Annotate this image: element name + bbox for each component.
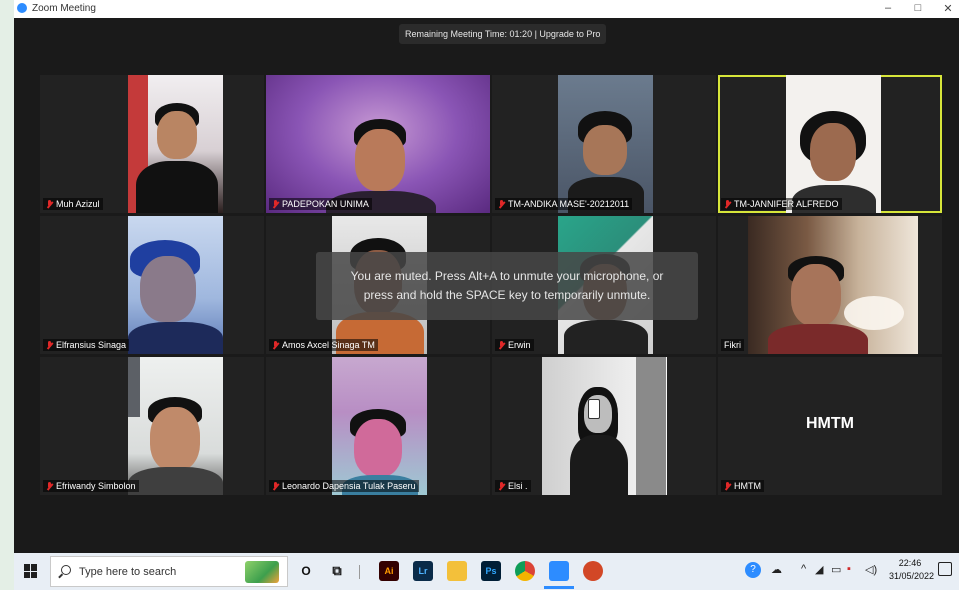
participant-video bbox=[128, 75, 223, 213]
system-clock[interactable]: 22:46 31/05/2022 bbox=[889, 557, 935, 583]
minimize-button[interactable]: – bbox=[878, 2, 898, 14]
participant-name: HMTM bbox=[721, 480, 764, 492]
participant-tile[interactable]: PADEPOKAN UNIMA bbox=[266, 75, 490, 213]
mic-muted-icon bbox=[272, 340, 279, 350]
participant-tile[interactable]: Leonardo Dapensia Tulak Paseru bbox=[266, 357, 490, 495]
mic-muted-icon bbox=[498, 481, 505, 491]
participant-name: Erwin bbox=[495, 339, 534, 351]
search-placeholder: Type here to search bbox=[79, 566, 177, 578]
mic-muted-icon bbox=[498, 199, 505, 209]
participant-name: PADEPOKAN UNIMA bbox=[269, 198, 372, 210]
windows-start-icon[interactable] bbox=[24, 564, 38, 578]
weather-icon[interactable]: ☁ bbox=[771, 563, 782, 576]
mic-muted-icon bbox=[498, 340, 505, 350]
participant-video bbox=[786, 75, 881, 213]
participant-name: Amos Axcel Sinaga TM bbox=[269, 339, 378, 351]
lightroom-icon[interactable]: Lr bbox=[413, 561, 433, 581]
zoom-app-icon bbox=[17, 3, 27, 13]
network-icon[interactable]: ◢ bbox=[815, 563, 823, 576]
participant-tile[interactable]: Elsi . bbox=[492, 357, 716, 495]
title-bar: Zoom Meeting – □ ✕ bbox=[14, 0, 959, 18]
illustrator-icon[interactable]: Ai bbox=[379, 561, 399, 581]
help-icon[interactable]: ? bbox=[745, 562, 761, 578]
search-highlight-icon bbox=[245, 561, 279, 583]
mic-muted-icon bbox=[724, 481, 731, 491]
photoshop-icon[interactable]: Ps bbox=[481, 561, 501, 581]
file-explorer-icon[interactable] bbox=[447, 561, 467, 581]
volume-icon[interactable]: ◁) bbox=[865, 563, 877, 576]
clock-date: 31/05/2022 bbox=[889, 571, 935, 581]
participant-video bbox=[542, 357, 667, 495]
mic-muted-icon bbox=[272, 481, 279, 491]
participant-video bbox=[332, 357, 427, 495]
cortana-icon[interactable]: O bbox=[296, 561, 316, 581]
battery-icon[interactable]: ▭ bbox=[831, 563, 841, 576]
muted-notification-line-2: press and hold the SPACE key to temporar… bbox=[363, 288, 651, 302]
participant-display-name: HMTM bbox=[806, 415, 854, 432]
taskbar-search-box[interactable]: Type here to search bbox=[50, 556, 288, 587]
mic-muted-icon bbox=[46, 340, 53, 350]
mic-muted-icon bbox=[46, 199, 53, 209]
zoom-window: Zoom Meeting – □ ✕ Remaining Meeting Tim… bbox=[14, 0, 959, 553]
participant-name: Leonardo Dapensia Tulak Paseru bbox=[269, 480, 419, 492]
participant-name: Muh Azizul bbox=[43, 198, 103, 210]
participant-tile[interactable]: Muh Azizul bbox=[40, 75, 264, 213]
participant-video bbox=[266, 75, 490, 213]
participant-name: Elfransius Sinaga bbox=[43, 339, 130, 351]
notification-icon[interactable] bbox=[938, 562, 952, 576]
app-tray-icon[interactable]: ▪ bbox=[847, 563, 851, 575]
mic-muted-icon bbox=[46, 481, 53, 491]
participant-video bbox=[128, 216, 223, 354]
participant-video bbox=[558, 75, 653, 213]
participant-tile[interactable]: Efriwandy Simbolon bbox=[40, 357, 264, 495]
search-icon bbox=[61, 565, 71, 575]
muted-notification: You are muted. Press Alt+A to unmute you… bbox=[316, 252, 698, 320]
participant-tile[interactable]: HMTM HMTM bbox=[718, 357, 942, 495]
participant-tile[interactable]: Elfransius Sinaga bbox=[40, 216, 264, 354]
participant-tile[interactable]: TM-ANDIKA MASE'-20212011 bbox=[492, 75, 716, 213]
participant-video bbox=[748, 216, 918, 354]
participant-tile[interactable]: Fikri bbox=[718, 216, 942, 354]
mic-muted-icon bbox=[724, 199, 731, 209]
clock-time: 22:46 bbox=[898, 558, 922, 568]
participant-tile-active-speaker[interactable]: TM-JANNIFER ALFREDO bbox=[718, 75, 942, 213]
close-button[interactable]: ✕ bbox=[938, 2, 958, 15]
chevron-up-icon[interactable]: ^ bbox=[801, 563, 806, 575]
window-title: Zoom Meeting bbox=[32, 3, 96, 14]
zoom-icon[interactable] bbox=[549, 561, 569, 581]
participant-name: Fikri bbox=[721, 339, 744, 351]
task-view-icon[interactable]: ⧉ bbox=[327, 561, 347, 581]
participant-name: Efriwandy Simbolon bbox=[43, 480, 139, 492]
powerpoint-icon[interactable] bbox=[583, 561, 603, 581]
remaining-time-banner[interactable]: Remaining Meeting Time: 01:20 | Upgrade … bbox=[399, 24, 607, 44]
chrome-icon[interactable] bbox=[515, 561, 535, 581]
mic-muted-icon bbox=[272, 199, 279, 209]
participant-video bbox=[128, 357, 223, 495]
windows-taskbar: Type here to search O ⧉ Ai Lr Ps ? ☁ ^ ◢… bbox=[14, 553, 959, 590]
participant-name: TM-JANNIFER ALFREDO bbox=[721, 198, 842, 210]
participant-name: TM-ANDIKA MASE'-20212011 bbox=[495, 198, 633, 210]
participant-name: Elsi . bbox=[495, 480, 531, 492]
muted-notification-line-1: You are muted. Press Alt+A to unmute you… bbox=[350, 269, 664, 283]
maximize-button[interactable]: □ bbox=[908, 2, 928, 14]
